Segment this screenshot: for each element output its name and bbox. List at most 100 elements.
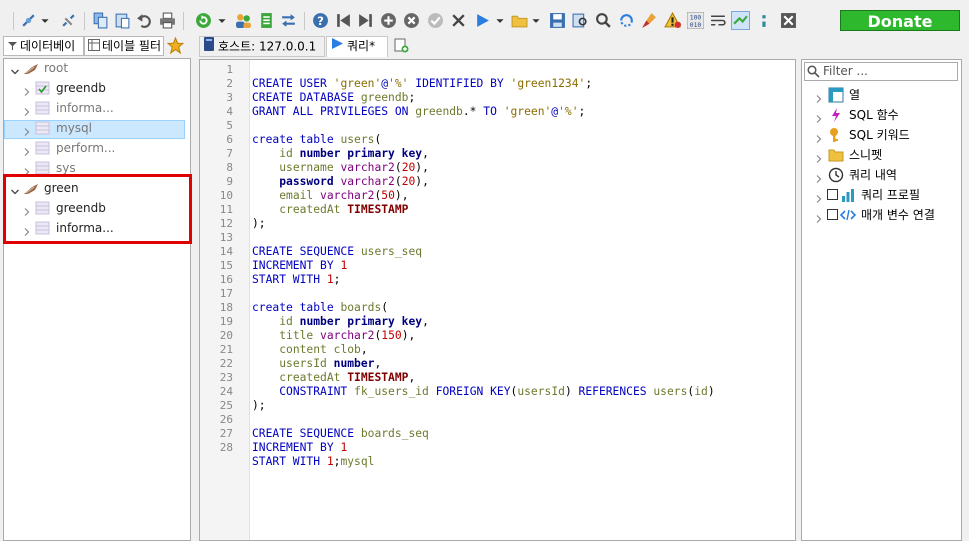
add-record-icon[interactable] <box>379 11 398 30</box>
filter-icon <box>7 38 18 56</box>
export-icon[interactable] <box>257 11 276 30</box>
helper-item[interactable]: SQL 함수 <box>802 105 961 125</box>
search-icon <box>807 65 820 78</box>
cancel-icon[interactable] <box>449 11 468 30</box>
database-icon <box>35 101 51 115</box>
columns-icon <box>828 87 844 103</box>
line-number: 11 <box>219 203 233 216</box>
dropdown-arrow-icon[interactable] <box>530 11 542 30</box>
print-icon[interactable] <box>158 11 177 30</box>
helper-item-label: SQL 키워드 <box>849 128 910 142</box>
disconnect-icon[interactable] <box>59 11 78 30</box>
line-number: 22 <box>219 357 233 370</box>
binary-icon[interactable]: 100 010 <box>686 11 705 30</box>
connect-icon[interactable] <box>19 11 38 30</box>
clean-icon[interactable] <box>640 11 659 30</box>
line-number: 23 <box>219 371 233 384</box>
chevron-right-icon[interactable] <box>814 210 824 223</box>
new-query-tab-icon[interactable] <box>394 38 410 54</box>
filter-placeholder: Filter ... <box>823 64 868 78</box>
checkbox[interactable] <box>827 189 838 200</box>
transfer-icon[interactable] <box>279 11 298 30</box>
profile-chart-icon <box>840 187 856 203</box>
last-record-icon[interactable] <box>356 11 375 30</box>
helper-item[interactable]: SQL 키워드 <box>802 125 961 145</box>
wrap-icon[interactable] <box>709 11 728 30</box>
filter-input[interactable]: Filter ... <box>804 62 958 81</box>
tab-host[interactable]: 호스트: 127.0.0.1 <box>199 36 325 57</box>
copy-icon[interactable] <box>91 11 110 30</box>
key-icon <box>828 127 844 143</box>
line-number: 19 <box>219 315 233 328</box>
dropdown-arrow-icon[interactable] <box>216 11 228 30</box>
helper-item[interactable]: 스니펫 <box>802 145 961 165</box>
helper-item-label: 스니펫 <box>849 148 883 162</box>
right-scrollbar[interactable] <box>963 59 969 541</box>
chevron-right-icon[interactable] <box>814 130 824 143</box>
paste-icon[interactable] <box>113 11 132 30</box>
run-icon[interactable] <box>473 11 492 30</box>
donate-button[interactable]: Donate <box>840 10 960 31</box>
helper-item[interactable]: 쿼리 프로필 <box>802 185 961 205</box>
chevron-right-icon[interactable] <box>22 83 32 96</box>
help-icon[interactable]: ? <box>311 11 330 30</box>
line-number: 13 <box>219 231 233 244</box>
warning-icon[interactable] <box>663 11 682 30</box>
tree-item-database[interactable]: perform... <box>0 138 188 158</box>
find-icon[interactable] <box>571 11 590 30</box>
helper-item[interactable]: 매개 변수 연결 <box>802 205 961 225</box>
apply-icon[interactable] <box>426 11 445 30</box>
chevron-right-icon[interactable] <box>22 123 32 136</box>
toolbar-separator <box>183 12 184 30</box>
chevron-right-icon[interactable] <box>814 90 824 103</box>
chevron-right-icon[interactable] <box>814 110 824 123</box>
open-folder-icon[interactable] <box>510 11 529 30</box>
sql-code[interactable]: CREATE USER 'green'@'%' IDENTIFIED BY 'g… <box>252 63 715 483</box>
line-number: 1 <box>226 63 233 76</box>
star-icon[interactable] <box>166 36 185 55</box>
line-number: 14 <box>219 245 233 258</box>
chevron-right-icon[interactable] <box>22 143 32 156</box>
tab-table-filter[interactable]: 테이블 필터 <box>84 36 164 56</box>
user-manager-icon[interactable] <box>234 11 253 30</box>
dropdown-arrow-icon[interactable] <box>39 11 51 30</box>
chevron-right-icon[interactable] <box>22 163 32 176</box>
helper-item[interactable]: 열 <box>802 85 961 105</box>
save-icon[interactable] <box>548 11 567 30</box>
comment-icon[interactable] <box>755 11 774 30</box>
delete-record-icon[interactable] <box>402 11 421 30</box>
sql-editor[interactable]: CREATE USER 'green'@'%' IDENTIFIED BY 'g… <box>199 59 796 541</box>
line-number: 3 <box>226 91 233 104</box>
dropdown-arrow-icon[interactable] <box>494 11 506 30</box>
database-icon <box>35 81 51 95</box>
chevron-right-icon[interactable] <box>814 150 824 163</box>
function-icon <box>828 107 844 123</box>
chevron-right-icon[interactable] <box>814 190 824 203</box>
first-record-icon[interactable] <box>334 11 353 30</box>
tree-item-database[interactable]: informa... <box>0 98 188 118</box>
chevron-down-icon[interactable] <box>10 63 20 75</box>
line-number: 17 <box>219 287 233 300</box>
tree-item-root[interactable]: root <box>0 58 188 78</box>
chevron-right-icon[interactable] <box>22 103 32 116</box>
line-number: 24 <box>219 385 233 398</box>
line-number: 16 <box>219 273 233 286</box>
close-icon[interactable] <box>779 11 798 30</box>
checkbox[interactable] <box>827 209 838 220</box>
refresh-icon[interactable] <box>194 11 213 30</box>
sync-icon[interactable] <box>731 11 750 30</box>
toolbar-separator <box>304 12 305 30</box>
chevron-right-icon[interactable] <box>814 170 824 183</box>
tab-query[interactable]: 쿼리* <box>326 36 388 57</box>
tree-label: root <box>44 61 69 75</box>
helper-item[interactable]: 쿼리 내역 <box>802 165 961 185</box>
tree-item-database[interactable]: mysql <box>0 118 188 138</box>
replace-icon[interactable] <box>617 11 636 30</box>
tab-database[interactable]: 데이터베이 <box>3 36 84 56</box>
line-number: 4 <box>226 105 233 118</box>
toolbar-separator <box>84 12 85 30</box>
tree-item-database[interactable]: greendb <box>0 78 188 98</box>
undo-icon[interactable] <box>135 11 154 30</box>
search-icon[interactable] <box>594 11 613 30</box>
helper-panel: Filter ... 열 SQL 함수 SQL 키워드스니펫쿼리 내역 쿼리 프로필 매… <box>801 59 962 541</box>
